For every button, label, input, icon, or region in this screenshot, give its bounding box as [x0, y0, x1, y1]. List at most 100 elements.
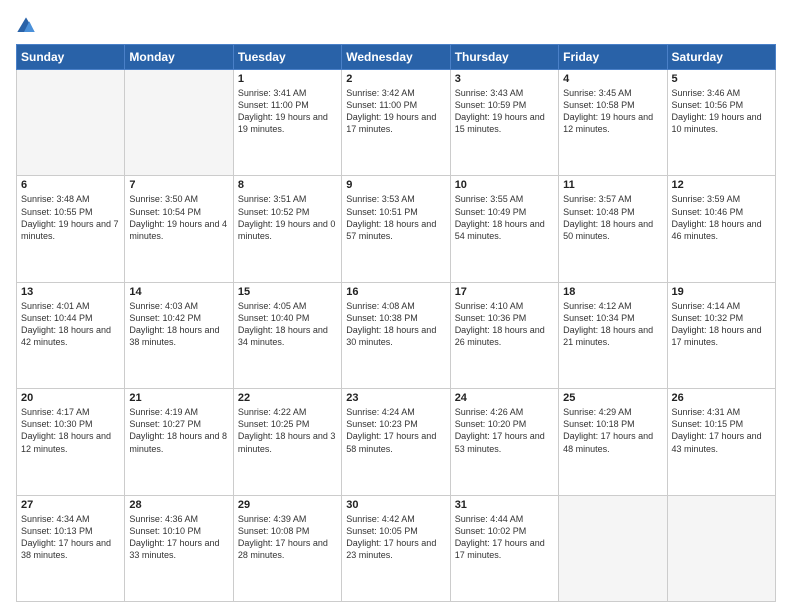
day-number: 26 [672, 392, 771, 404]
calendar-cell: 14 Sunrise: 4:03 AM Sunset: 10:42 PM Dayl… [125, 282, 233, 388]
calendar-header-wednesday: Wednesday [342, 45, 450, 70]
day-info: Sunrise: 3:53 AM Sunset: 10:51 PM Daylig… [346, 193, 445, 242]
day-number: 15 [238, 286, 337, 298]
calendar-week-5: 27Sunrise: 4:34 AM Sunset: 10:13 PM Dayl… [17, 495, 776, 601]
day-number: 8 [238, 179, 337, 191]
calendar-cell: 5Sunrise: 3:46 AM Sunset: 10:56 PM Dayli… [667, 70, 775, 176]
day-info: Sunrise: 4:36 AM Sunset: 10:10 PM Daylig… [129, 513, 228, 562]
day-info: Sunrise: 4:17 AM Sunset: 10:30 PM Daylig… [21, 406, 120, 455]
header [16, 16, 776, 36]
calendar-cell [667, 495, 775, 601]
calendar-cell: 28Sunrise: 4:36 AM Sunset: 10:10 PM Dayl… [125, 495, 233, 601]
day-number: 27 [21, 499, 120, 511]
day-info: Sunrise: 4:05 AM Sunset: 10:40 PM Daylig… [238, 300, 337, 349]
calendar-table: SundayMondayTuesdayWednesdayThursdayFrid… [16, 44, 776, 602]
day-number: 22 [238, 392, 337, 404]
calendar-cell: 2 Sunrise: 3:42 AM Sunset: 11:00 PM Dayli… [342, 70, 450, 176]
calendar-cell: 24 Sunrise: 4:26 AM Sunset: 10:20 PM Dayl… [450, 389, 558, 495]
day-info: Sunrise: 4:26 AM Sunset: 10:20 PM Daylig… [455, 406, 554, 455]
calendar-cell: 9 Sunrise: 3:53 AM Sunset: 10:51 PM Dayli… [342, 176, 450, 282]
day-number: 21 [129, 392, 228, 404]
day-info: Sunrise: 4:03 AM Sunset: 10:42 PM Daylig… [129, 300, 228, 349]
day-number: 13 [21, 286, 120, 298]
day-number: 29 [238, 499, 337, 511]
day-info: Sunrise: 3:57 AM Sunset: 10:48 PM Daylig… [563, 193, 662, 242]
calendar-cell: 3Sunrise: 3:43 AM Sunset: 10:59 PM Dayli… [450, 70, 558, 176]
calendar-cell: 8 Sunrise: 3:51 AM Sunset: 10:52 PM Dayli… [233, 176, 341, 282]
calendar-cell: 7Sunrise: 3:50 AM Sunset: 10:54 PM Dayli… [125, 176, 233, 282]
day-info: Sunrise: 4:29 AM Sunset: 10:18 PM Daylig… [563, 406, 662, 455]
calendar-cell: 13 Sunrise: 4:01 AM Sunset: 10:44 PM Dayl… [17, 282, 125, 388]
day-info: Sunrise: 4:01 AM Sunset: 10:44 PM Daylig… [21, 300, 120, 349]
day-number: 18 [563, 286, 662, 298]
calendar-cell: 19 Sunrise: 4:14 AM Sunset: 10:32 PM Dayl… [667, 282, 775, 388]
calendar-cell: 26 Sunrise: 4:31 AM Sunset: 10:15 PM Dayl… [667, 389, 775, 495]
calendar-cell: 20 Sunrise: 4:17 AM Sunset: 10:30 PM Dayl… [17, 389, 125, 495]
calendar-cell: 23 Sunrise: 4:24 AM Sunset: 10:23 PM Dayl… [342, 389, 450, 495]
calendar-header-tuesday: Tuesday [233, 45, 341, 70]
day-info: Sunrise: 3:46 AM Sunset: 10:56 PM Daylig… [672, 87, 771, 136]
calendar-cell: 11 Sunrise: 3:57 AM Sunset: 10:48 PM Dayl… [559, 176, 667, 282]
calendar-week-3: 13 Sunrise: 4:01 AM Sunset: 10:44 PM Dayl… [17, 282, 776, 388]
calendar-header-sunday: Sunday [17, 45, 125, 70]
calendar-cell: 12Sunrise: 3:59 AM Sunset: 10:46 PM Dayl… [667, 176, 775, 282]
day-info: Sunrise: 4:39 AM Sunset: 10:08 PM Daylig… [238, 513, 337, 562]
day-number: 16 [346, 286, 445, 298]
calendar-cell: 1Sunrise: 3:41 AM Sunset: 11:00 PM Dayli… [233, 70, 341, 176]
day-number: 10 [455, 179, 554, 191]
calendar-cell [17, 70, 125, 176]
day-info: Sunrise: 3:51 AM Sunset: 10:52 PM Daylig… [238, 193, 337, 242]
calendar-cell: 17 Sunrise: 4:10 AM Sunset: 10:36 PM Dayl… [450, 282, 558, 388]
day-number: 19 [672, 286, 771, 298]
calendar-cell: 10 Sunrise: 3:55 AM Sunset: 10:49 PM Dayl… [450, 176, 558, 282]
day-number: 3 [455, 73, 554, 85]
calendar-cell: 21 Sunrise: 4:19 AM Sunset: 10:27 PM Dayl… [125, 389, 233, 495]
logo [16, 16, 40, 36]
day-number: 30 [346, 499, 445, 511]
calendar-cell: 22Sunrise: 4:22 AM Sunset: 10:25 PM Dayl… [233, 389, 341, 495]
day-info: Sunrise: 4:14 AM Sunset: 10:32 PM Daylig… [672, 300, 771, 349]
calendar-cell: 4Sunrise: 3:45 AM Sunset: 10:58 PM Dayli… [559, 70, 667, 176]
day-info: Sunrise: 3:42 AM Sunset: 11:00 PM Daylig… [346, 87, 445, 136]
calendar-cell [125, 70, 233, 176]
day-info: Sunrise: 3:55 AM Sunset: 10:49 PM Daylig… [455, 193, 554, 242]
day-number: 7 [129, 179, 228, 191]
calendar-cell: 30 Sunrise: 4:42 AM Sunset: 10:05 PM Dayl… [342, 495, 450, 601]
day-info: Sunrise: 4:08 AM Sunset: 10:38 PM Daylig… [346, 300, 445, 349]
day-number: 2 [346, 73, 445, 85]
day-number: 31 [455, 499, 554, 511]
day-info: Sunrise: 4:42 AM Sunset: 10:05 PM Daylig… [346, 513, 445, 562]
day-number: 1 [238, 73, 337, 85]
day-number: 17 [455, 286, 554, 298]
day-number: 23 [346, 392, 445, 404]
day-number: 24 [455, 392, 554, 404]
calendar-week-2: 6 Sunrise: 3:48 AM Sunset: 10:55 PM Dayli… [17, 176, 776, 282]
calendar-cell: 27Sunrise: 4:34 AM Sunset: 10:13 PM Dayl… [17, 495, 125, 601]
calendar-cell [559, 495, 667, 601]
page: SundayMondayTuesdayWednesdayThursdayFrid… [0, 0, 792, 612]
calendar-cell: 25Sunrise: 4:29 AM Sunset: 10:18 PM Dayl… [559, 389, 667, 495]
day-number: 11 [563, 179, 662, 191]
day-number: 14 [129, 286, 228, 298]
calendar-header-thursday: Thursday [450, 45, 558, 70]
calendar-header-row: SundayMondayTuesdayWednesdayThursdayFrid… [17, 45, 776, 70]
day-info: Sunrise: 4:24 AM Sunset: 10:23 PM Daylig… [346, 406, 445, 455]
day-info: Sunrise: 4:10 AM Sunset: 10:36 PM Daylig… [455, 300, 554, 349]
calendar-cell: 31Sunrise: 4:44 AM Sunset: 10:02 PM Dayl… [450, 495, 558, 601]
day-info: Sunrise: 4:12 AM Sunset: 10:34 PM Daylig… [563, 300, 662, 349]
day-number: 20 [21, 392, 120, 404]
calendar-week-4: 20 Sunrise: 4:17 AM Sunset: 10:30 PM Dayl… [17, 389, 776, 495]
calendar-cell: 15 Sunrise: 4:05 AM Sunset: 10:40 PM Dayl… [233, 282, 341, 388]
day-info: Sunrise: 4:19 AM Sunset: 10:27 PM Daylig… [129, 406, 228, 455]
day-info: Sunrise: 4:31 AM Sunset: 10:15 PM Daylig… [672, 406, 771, 455]
calendar-cell: 6 Sunrise: 3:48 AM Sunset: 10:55 PM Dayli… [17, 176, 125, 282]
calendar-cell: 16 Sunrise: 4:08 AM Sunset: 10:38 PM Dayl… [342, 282, 450, 388]
calendar-header-monday: Monday [125, 45, 233, 70]
day-number: 12 [672, 179, 771, 191]
calendar-cell: 29 Sunrise: 4:39 AM Sunset: 10:08 PM Dayl… [233, 495, 341, 601]
calendar-header-saturday: Saturday [667, 45, 775, 70]
day-info: Sunrise: 3:48 AM Sunset: 10:55 PM Daylig… [21, 193, 120, 242]
day-number: 6 [21, 179, 120, 191]
day-info: Sunrise: 3:45 AM Sunset: 10:58 PM Daylig… [563, 87, 662, 136]
day-number: 9 [346, 179, 445, 191]
